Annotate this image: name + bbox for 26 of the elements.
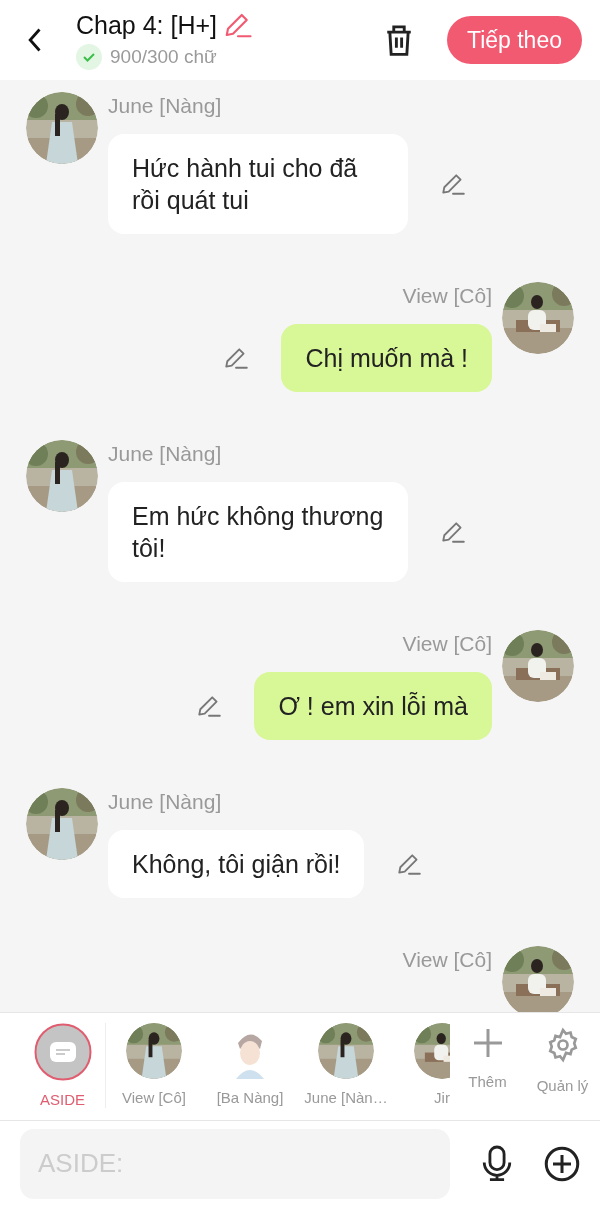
character-tab[interactable]: [Ba Nàng] (202, 1023, 298, 1108)
character-tab[interactable]: View [Cô] (106, 1023, 202, 1108)
edit-icon[interactable] (396, 851, 423, 877)
message-bubble: Hức hành tui cho đã rồi quát tui (108, 134, 408, 234)
plus-icon (471, 1027, 504, 1059)
sender-name: View [Cô] (402, 284, 492, 308)
sender-name: June [Nàng] (108, 442, 222, 466)
character-tab[interactable]: ASIDE (20, 1023, 106, 1108)
sender-name: June [Nàng] (108, 790, 222, 814)
chapter-title: Chap 4: [H+] (76, 10, 218, 40)
add-button[interactable] (544, 1145, 580, 1182)
message-bubble: Ơ ! em xin lỗi mà (254, 672, 492, 740)
message-bubble: Chị muốn mà ! (281, 324, 492, 392)
word-count: 900/300 chữ (110, 46, 217, 68)
message-bubble: Em hức không thương tôi! (108, 482, 408, 582)
edit-icon[interactable] (196, 693, 223, 719)
message-bubble: Không, tôi giận rồi! (108, 830, 365, 898)
sender-name: View [Cô] (402, 948, 492, 972)
edit-icon[interactable] (440, 171, 466, 197)
edit-icon[interactable] (223, 345, 250, 371)
microphone-button[interactable] (480, 1144, 514, 1183)
character-tab[interactable]: June [Nàn… (298, 1023, 394, 1108)
sender-name: June [Nàng] (108, 94, 222, 118)
sender-name: View [Cô] (402, 632, 492, 656)
edit-icon[interactable] (440, 519, 466, 545)
next-button[interactable]: Tiếp theo (446, 16, 582, 64)
